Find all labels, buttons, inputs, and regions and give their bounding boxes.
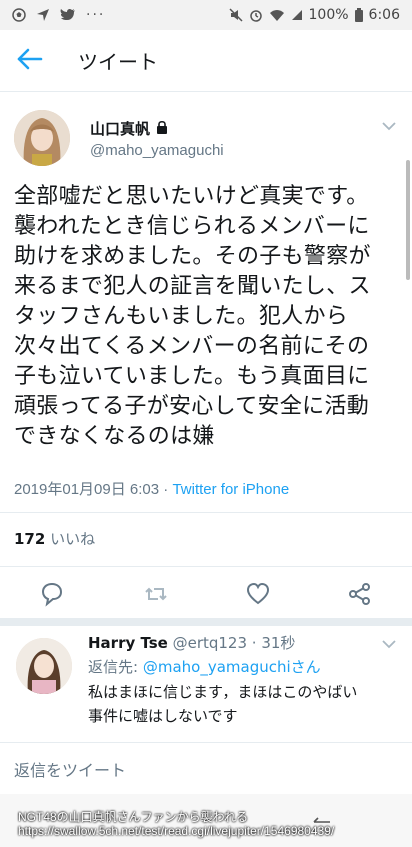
reply-input[interactable]: 返信をツイート <box>14 757 126 781</box>
battery-icon <box>354 8 363 22</box>
app-bar: ツイート <box>0 30 412 92</box>
lock-icon <box>156 119 168 138</box>
system-nav-bar: NGT48の山口真帆さんファンから襲われる https://swallow.5c… <box>0 794 412 847</box>
divider <box>0 512 412 513</box>
alarm-icon <box>249 8 263 22</box>
reply-tweet[interactable]: Harry Tse @ertq123 · 31秒 返信先: @maho_yama… <box>0 626 412 738</box>
heart-icon <box>244 582 272 612</box>
arrow-left-icon <box>17 48 43 74</box>
soccer-ball-icon <box>12 8 26 22</box>
tweet-header: 山口真帆 @maho_yamaguchi <box>0 92 412 174</box>
back-button[interactable] <box>0 30 60 92</box>
more-icon: ··· <box>86 7 106 23</box>
status-bar: ··· 100% 6:06 <box>0 0 412 30</box>
retweet-icon <box>142 587 170 612</box>
reply-avatar[interactable] <box>16 638 72 694</box>
tweet-line: 頑張ってる子が安心して安全に活動 <box>14 394 370 419</box>
timestamp: 2019年01月09日 6:03 · <box>14 481 173 498</box>
share-button[interactable] <box>346 580 374 608</box>
tweet-line: 子も泣いていました。もう真面目に <box>14 364 370 389</box>
tweet-line: 助けを求めました。その子も警察が <box>14 244 371 269</box>
share-icon <box>346 583 374 612</box>
tweet-line: 来るまで犯人の証言を聞いたし、ス <box>14 274 371 299</box>
tweet-line: できなくなるのは嫌 <box>14 424 215 449</box>
display-name[interactable]: 山口真帆 <box>90 118 150 139</box>
reply-to: 返信先: @maho_yamaguchiさん <box>88 656 321 677</box>
reply-to-mention[interactable]: @maho_yamaguchiさん <box>143 658 321 676</box>
tweet-text: 全部嘘だと思いたいけど真実です。 襲われたとき信じられるメンバーに 助けを求めま… <box>14 182 409 452</box>
watermark-title: NGT48の山口真帆さんファンから襲われる <box>18 810 249 824</box>
likes-label: いいね <box>50 530 96 548</box>
retweet-button[interactable] <box>142 580 170 608</box>
likes-stat[interactable]: 172 いいね <box>14 528 95 549</box>
page-title: ツイート <box>78 50 158 74</box>
chevron-down-icon <box>382 634 396 653</box>
wifi-icon <box>269 8 285 22</box>
tweet-meta: 2019年01月09日 6:03 · Twitter for iPhone <box>14 478 289 499</box>
battery-level: 100% <box>308 7 349 23</box>
tweet-menu-button[interactable] <box>382 116 396 135</box>
chevron-down-icon <box>382 116 396 135</box>
reply-text: 私はまほに信じます，まほはこのやばい 事件に嘘はしないです <box>88 680 388 728</box>
tweet-line: 次々出てくるメンバーの名前にその <box>14 334 370 359</box>
signal-icon <box>291 9 303 21</box>
like-button[interactable] <box>244 580 272 608</box>
watermark-url: https://swallow.5ch.net/test/read.cgi/li… <box>18 824 335 838</box>
clock: 6:06 <box>368 7 400 23</box>
reply-line: 事件に嘘はしないです <box>88 707 238 725</box>
twitter-icon <box>60 8 76 22</box>
scrollbar[interactable] <box>406 160 410 280</box>
source-link[interactable]: Twitter for iPhone <box>172 481 289 498</box>
reply-menu-button[interactable] <box>382 634 396 653</box>
reply-line: 私はまほに信じます，まほはこのやばい <box>88 683 358 701</box>
nav-back-icon[interactable] <box>312 810 332 830</box>
tweet-detail: 山口真帆 @maho_yamaguchi <box>0 92 412 174</box>
reply-button[interactable] <box>38 580 66 608</box>
likes-count: 172 <box>14 530 46 548</box>
mute-icon <box>228 8 243 22</box>
reply-header: Harry Tse @ertq123 · 31秒 <box>88 632 295 653</box>
reply-to-prefix: 返信先: <box>88 658 143 676</box>
reply-display-name[interactable]: Harry Tse <box>88 634 168 652</box>
tweet-line: タッフさんもいました。犯人から <box>14 304 349 329</box>
tweet-line: 全部嘘だと思いたいけど真実です。 <box>14 184 369 209</box>
reply-icon <box>38 582 66 612</box>
divider <box>0 566 412 567</box>
location-icon <box>36 8 50 22</box>
avatar[interactable] <box>14 110 70 166</box>
user-handle[interactable]: @maho_yamaguchi <box>90 142 224 159</box>
reply-handle-time: @ertq123 · 31秒 <box>172 634 296 652</box>
reply-composer[interactable]: 返信をツイート <box>0 742 412 794</box>
tweet-line: 襲われたとき信じられるメンバーに <box>14 214 370 239</box>
section-divider <box>0 618 412 626</box>
tweet-actions <box>0 574 412 614</box>
